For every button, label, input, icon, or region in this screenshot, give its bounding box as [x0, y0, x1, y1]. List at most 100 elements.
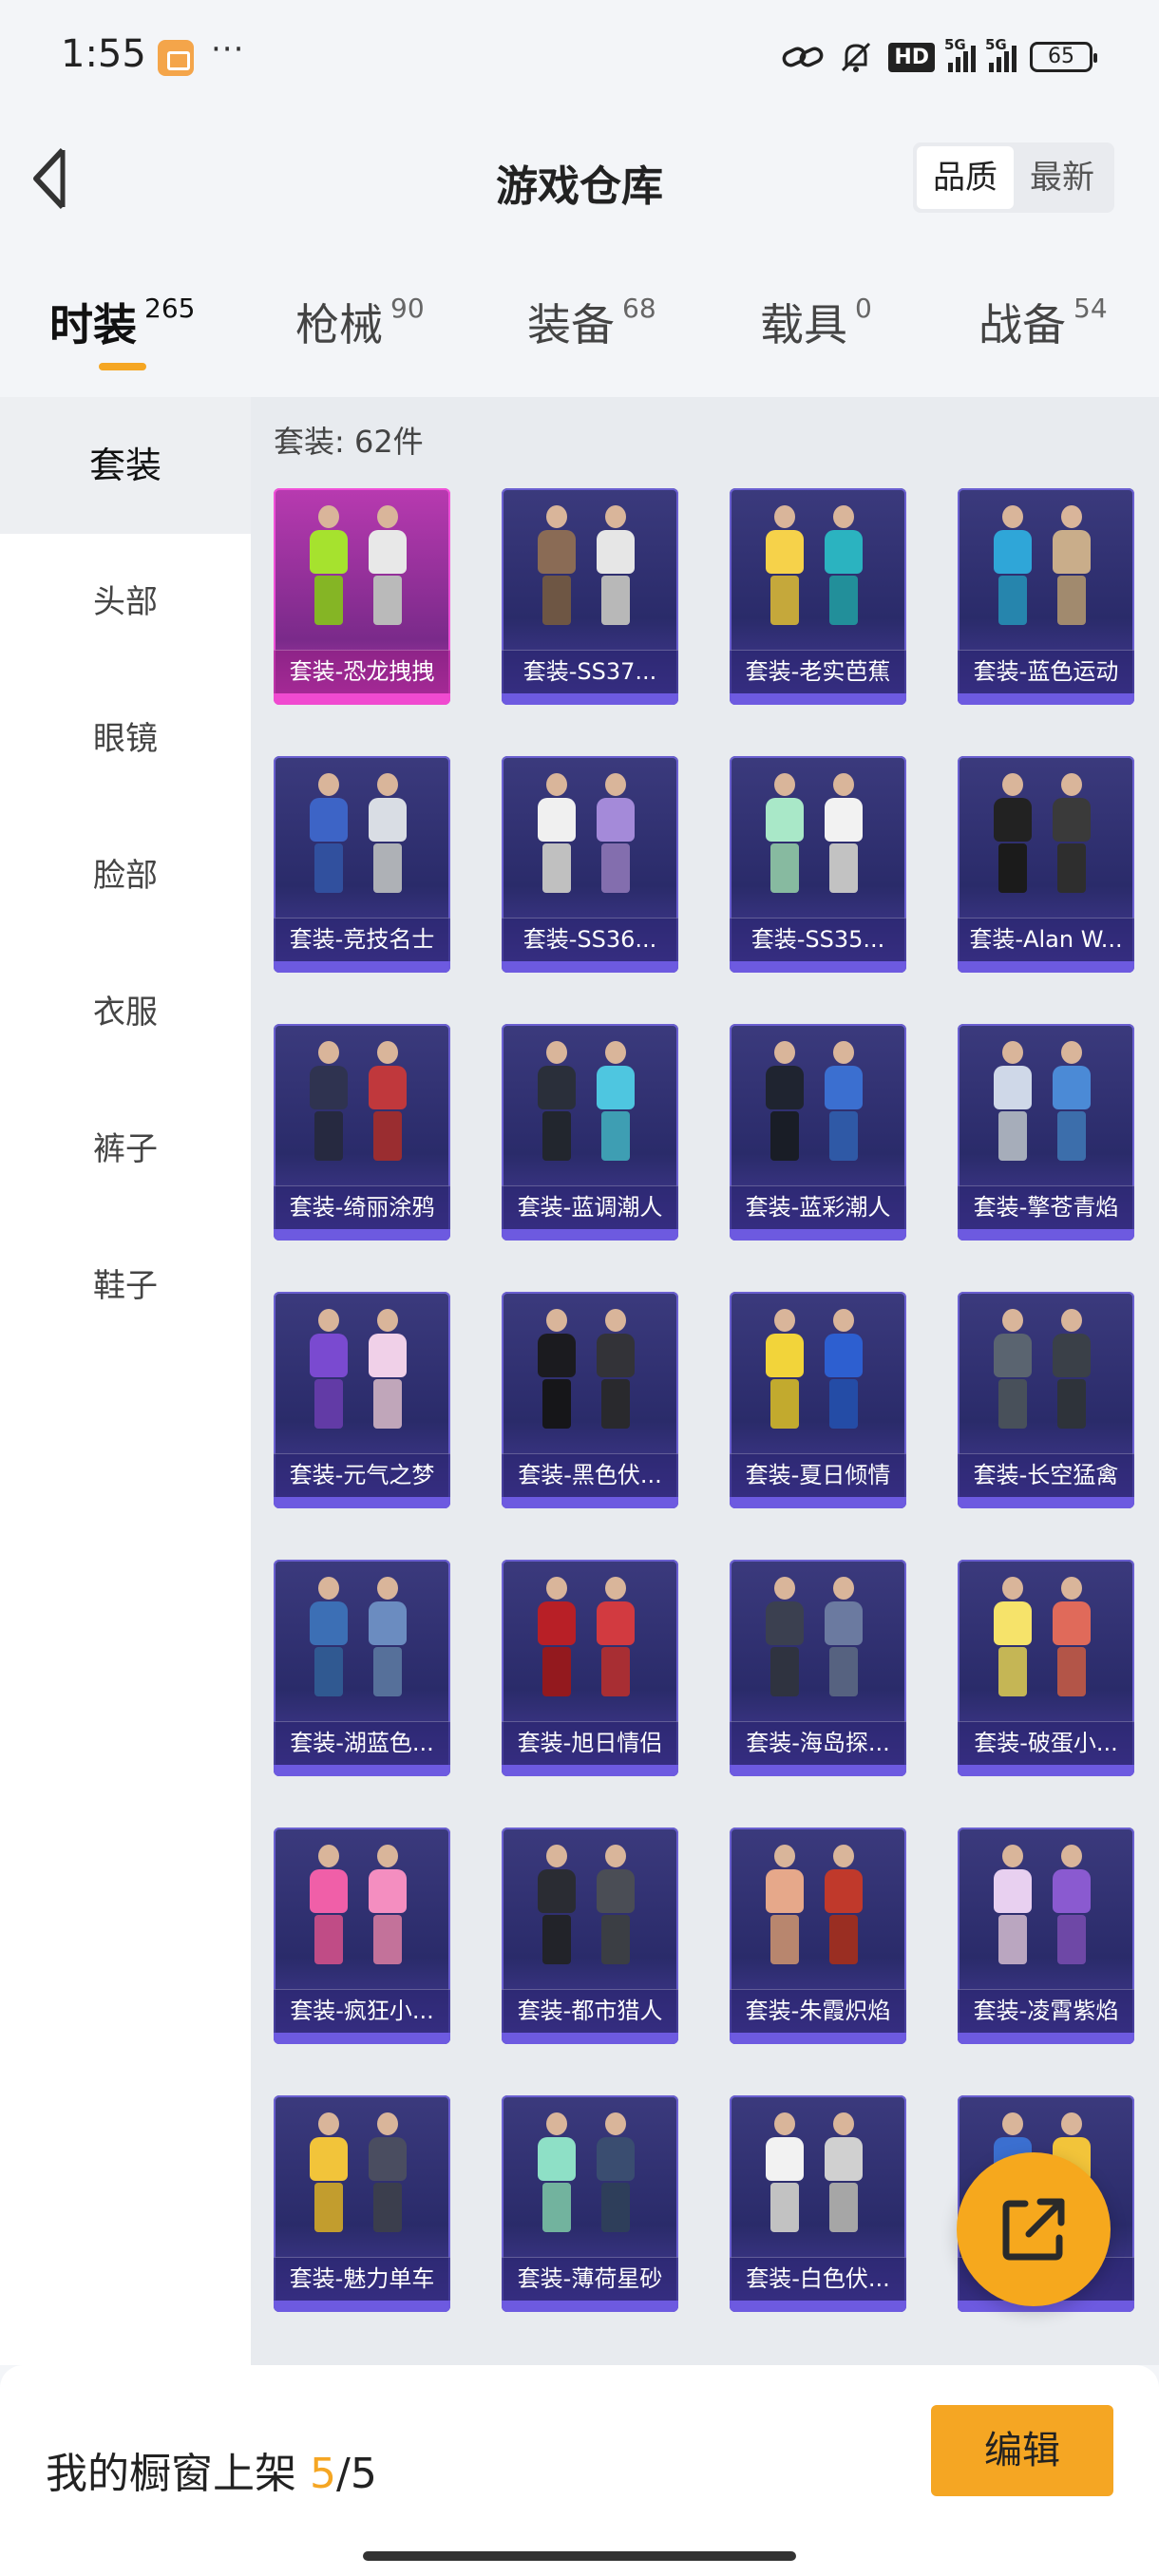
- outfit-name: 套装-绮丽涂鸦: [274, 1185, 450, 1229]
- rarity-bar: [502, 1229, 678, 1241]
- rarity-bar: [274, 1229, 450, 1241]
- outfit-card[interactable]: 套装-破蛋小...: [958, 1560, 1134, 1776]
- rarity-bar: [730, 961, 906, 973]
- outfit-name: 套装-SS36...: [502, 918, 678, 961]
- outfit-card[interactable]: 套装-长空猛禽: [958, 1292, 1134, 1508]
- rarity-bar: [730, 2033, 906, 2044]
- outfit-preview-image: [502, 1828, 678, 1987]
- outfit-card[interactable]: 套装-SS37...: [502, 488, 678, 705]
- outfit-card[interactable]: 套装-Alan W...: [958, 756, 1134, 973]
- rarity-bar: [958, 1765, 1134, 1776]
- outfit-card[interactable]: 套装-蓝色运动: [958, 488, 1134, 705]
- tab-equipment[interactable]: 装备 68: [527, 291, 656, 353]
- sort-toggle: 品质 最新: [913, 142, 1114, 213]
- status-icons: HD 5G 5G 65: [782, 36, 1097, 78]
- outfit-card[interactable]: 套装-恐龙拽拽: [274, 488, 450, 705]
- outfit-preview-image: [274, 756, 450, 916]
- outfit-name: 套装-薄荷星砂: [502, 2257, 678, 2301]
- outfit-card[interactable]: 套装-SS35...: [730, 756, 906, 973]
- outfit-preview-image: [274, 1560, 450, 1719]
- showcase-status: 我的橱窗上架 5/5: [46, 2450, 377, 2498]
- rarity-bar: [274, 2301, 450, 2312]
- outfit-card[interactable]: 套装-黑色伏...: [502, 1292, 678, 1508]
- outfit-preview-image: [958, 1292, 1134, 1451]
- tab-fashion[interactable]: 时装 265: [49, 291, 195, 353]
- outfit-card[interactable]: 套装-旭日情侣: [502, 1560, 678, 1776]
- outfit-card[interactable]: 套装-蓝调潮人: [502, 1024, 678, 1241]
- outfit-card[interactable]: 套装-老实芭蕉: [730, 488, 906, 705]
- rarity-bar: [958, 2033, 1134, 2044]
- outfit-preview-image: [958, 1024, 1134, 1184]
- outfit-card[interactable]: 套装-竞技名士: [274, 756, 450, 973]
- rarity-bar: [502, 1765, 678, 1776]
- mute-bell-icon: [842, 42, 871, 72]
- signal-1-icon: 5G: [944, 36, 976, 72]
- rarity-bar: [274, 1765, 450, 1776]
- outfit-card[interactable]: 套装-擎苍青焰: [958, 1024, 1134, 1241]
- sidebar-item-head[interactable]: 头部: [0, 534, 251, 671]
- rarity-bar: [274, 2033, 450, 2044]
- outfit-preview-image: [502, 2095, 678, 2255]
- rarity-bar: [502, 1497, 678, 1508]
- outfit-preview-image: [274, 1024, 450, 1184]
- sidebar-item-face[interactable]: 脸部: [0, 807, 251, 944]
- rarity-bar: [958, 1497, 1134, 1508]
- outfit-name: 套装-元气之梦: [274, 1453, 450, 1497]
- outfit-card[interactable]: 套装-湖蓝色...: [274, 1560, 450, 1776]
- outfit-name: 套装-破蛋小...: [958, 1721, 1134, 1765]
- outfit-name: 套装-恐龙拽拽: [274, 650, 450, 693]
- outfit-card[interactable]: 套装-夏日倾情: [730, 1292, 906, 1508]
- outfit-card[interactable]: 套装-魅力单车: [274, 2095, 450, 2312]
- sidebar-item-clothes[interactable]: 衣服: [0, 944, 251, 1081]
- sort-newest-option[interactable]: 最新: [1014, 146, 1111, 209]
- outfit-preview-image: [502, 488, 678, 648]
- outfit-name: 套装-凌霄紫焰: [958, 1989, 1134, 2033]
- outfit-preview-image: [958, 756, 1134, 916]
- sidebar-item-suits[interactable]: 套装: [0, 397, 251, 534]
- subcategory-sidebar: 套装 头部 眼镜 脸部 衣服 裤子 鞋子: [0, 397, 251, 2365]
- outfit-card[interactable]: 套装-蓝彩潮人: [730, 1024, 906, 1241]
- rarity-bar: [502, 693, 678, 705]
- outfit-name: 套装-蓝调潮人: [502, 1185, 678, 1229]
- rarity-bar: [958, 693, 1134, 705]
- outfit-card[interactable]: 套装-凌霄紫焰: [958, 1828, 1134, 2044]
- outfit-name: 套装-海岛探...: [730, 1721, 906, 1765]
- outfit-card[interactable]: 套装-都市猎人: [502, 1828, 678, 2044]
- signal-2-icon: 5G: [985, 36, 1016, 72]
- outfit-card[interactable]: 套装-绮丽涂鸦: [274, 1024, 450, 1241]
- rarity-bar: [958, 961, 1134, 973]
- tab-vehicles[interactable]: 载具 0: [760, 291, 872, 353]
- edit-button[interactable]: 编辑: [931, 2405, 1113, 2496]
- outfit-card[interactable]: 套装-白色伏...: [730, 2095, 906, 2312]
- outfit-name: 套装-SS37...: [502, 650, 678, 693]
- sidebar-item-shoes[interactable]: 鞋子: [0, 1218, 251, 1354]
- tab-supplies[interactable]: 战备 54: [978, 291, 1108, 353]
- outfit-preview-image: [274, 1828, 450, 1987]
- outfit-preview-image: [730, 1024, 906, 1184]
- outfit-preview-image: [274, 488, 450, 648]
- outfit-card[interactable]: 套装-SS36...: [502, 756, 678, 973]
- sidebar-item-pants[interactable]: 裤子: [0, 1081, 251, 1218]
- rarity-bar: [958, 1229, 1134, 1241]
- outfit-card[interactable]: 套装-薄荷星砂: [502, 2095, 678, 2312]
- outfit-preview-image: [502, 1292, 678, 1451]
- outfit-name: 套装-黑色伏...: [502, 1453, 678, 1497]
- outfit-name: 套装-朱霞炽焰: [730, 1989, 906, 2033]
- outfit-name: 套装-都市猎人: [502, 1989, 678, 2033]
- rarity-bar: [274, 1497, 450, 1508]
- share-button[interactable]: [957, 2152, 1111, 2306]
- outfit-name: 套装-竞技名士: [274, 918, 450, 961]
- sort-quality-option[interactable]: 品质: [917, 146, 1014, 209]
- outfit-preview-image: [274, 1292, 450, 1451]
- outfit-card[interactable]: 套装-海岛探...: [730, 1560, 906, 1776]
- outfit-card[interactable]: 套装-朱霞炽焰: [730, 1828, 906, 2044]
- outfit-preview-image: [502, 1024, 678, 1184]
- outfit-card[interactable]: 套装-元气之梦: [274, 1292, 450, 1508]
- home-indicator[interactable]: [363, 2551, 796, 2561]
- rarity-bar: [730, 2301, 906, 2312]
- tab-weapons[interactable]: 枪械 90: [295, 291, 425, 353]
- outfit-name: 套装-魅力单车: [274, 2257, 450, 2301]
- outfit-preview-image: [502, 756, 678, 916]
- sidebar-item-glasses[interactable]: 眼镜: [0, 671, 251, 807]
- outfit-card[interactable]: 套装-疯狂小...: [274, 1828, 450, 2044]
